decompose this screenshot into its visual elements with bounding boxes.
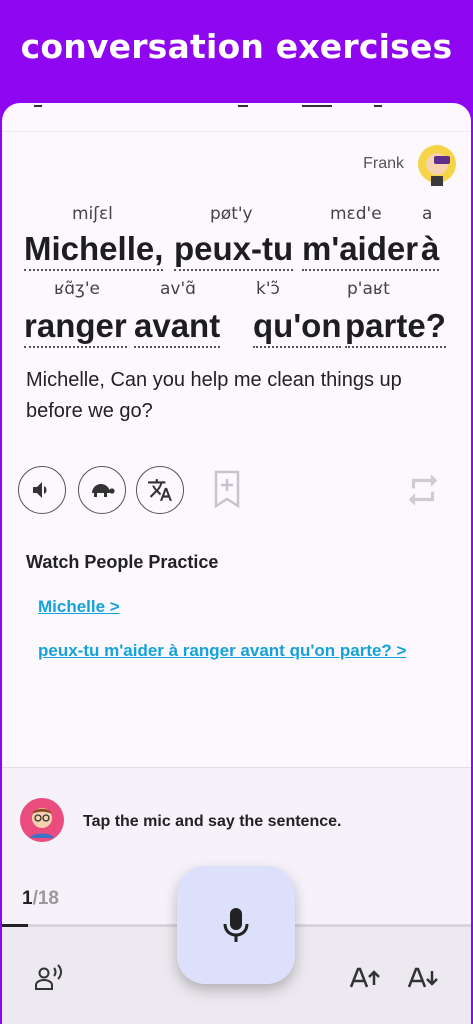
app-sheet: Frank miʃɛl Michelle, pøt'y peux-tu mɛd'e m'a… [2, 103, 471, 1024]
sentence-word[interactable]: qu'on [253, 306, 342, 348]
sentence-translation: Michelle, Can you help me clean things u… [26, 369, 402, 422]
promo-banner: conversation exercises [0, 0, 473, 110]
sentence-word[interactable]: avant [134, 306, 221, 348]
progress-total: /18 [32, 888, 59, 909]
progress-current: 1 [22, 888, 33, 909]
ipa-transcription: mɛd'e [330, 204, 382, 224]
sentence-word[interactable]: m'aider [302, 229, 419, 271]
slow-audio-button[interactable] [78, 466, 126, 514]
sentence-word[interactable]: peux-tu [174, 229, 294, 271]
watch-link-michelle[interactable]: Michelle > [38, 597, 120, 617]
play-audio-button[interactable] [18, 466, 66, 514]
ipa-transcription: miʃɛl [72, 204, 113, 224]
progress-counter: 1/18 [22, 888, 59, 910]
speaker-avatar [418, 145, 456, 186]
sentence-word[interactable]: à [421, 229, 440, 271]
sentence-word[interactable]: Michelle, [24, 229, 164, 271]
volume-icon [33, 482, 47, 498]
ipa-transcription: av'ɑ̃ [160, 279, 196, 299]
ipa-transcription: pøt'y [210, 204, 253, 224]
banner-title: conversation exercises [20, 27, 453, 66]
practice-panel: Tap the mic and say the sentence. 1/18 [2, 767, 471, 1024]
top-toolbar-partial [2, 103, 471, 132]
font-decrease-icon[interactable] [406, 963, 440, 993]
speaking-person-icon[interactable] [32, 963, 66, 993]
practice-prompt: Tap the mic and say the sentence. [83, 813, 342, 830]
translate-icon [148, 479, 172, 501]
sentence-word[interactable]: parte? [345, 306, 446, 348]
watch-link-sentence[interactable]: peux-tu m'aider à ranger avant qu'on par… [38, 641, 406, 661]
microphone-icon [223, 908, 249, 942]
font-increase-icon[interactable] [348, 963, 382, 993]
bookmark-add-icon[interactable] [210, 470, 244, 508]
sentence-word[interactable]: ranger [24, 306, 127, 348]
ipa-transcription: k'ɔ̃ [256, 279, 280, 299]
ipa-transcription: a [422, 204, 433, 224]
speaker-name: Frank [363, 155, 404, 172]
turtle-slow-icon [92, 484, 115, 497]
ipa-transcription: p'aʁt [347, 279, 390, 299]
repeat-icon[interactable] [404, 471, 442, 509]
translate-button[interactable] [136, 466, 184, 514]
record-mic-button[interactable] [177, 866, 295, 984]
coach-avatar [20, 798, 64, 842]
ipa-transcription: ʁɑ̃ʒ'e [54, 279, 101, 299]
watch-section-title: Watch People Practice [26, 552, 219, 572]
